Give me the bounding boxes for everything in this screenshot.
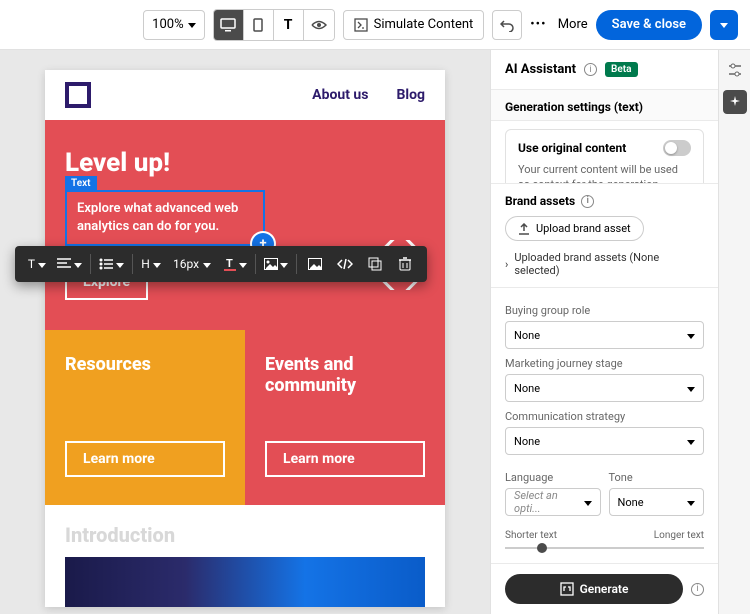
language-select[interactable]: Select an opti...	[505, 488, 601, 516]
rail-ai-button[interactable]	[723, 90, 747, 114]
slider-longer-label: Longer text	[654, 530, 704, 541]
resources-card: Resources Learn more	[45, 330, 245, 505]
text-editor-toolbar: T H 16px T	[15, 246, 427, 282]
list-button[interactable]	[95, 250, 128, 278]
undo-button[interactable]	[492, 10, 522, 40]
hero-text-block[interactable]: Text Explore what advanced web analytics…	[65, 190, 265, 246]
slider-shorter-label: Shorter text	[505, 530, 557, 541]
resources-title: Resources	[65, 354, 225, 375]
simulate-content-button[interactable]: Simulate Content	[343, 10, 485, 40]
device-mobile-button[interactable]	[244, 10, 274, 40]
use-original-label: Use original content	[518, 141, 626, 155]
heading-button[interactable]: H	[137, 250, 165, 278]
cards-row: Resources Learn more Events and communit…	[45, 330, 445, 505]
align-button[interactable]	[53, 250, 86, 278]
language-label: Language	[505, 471, 601, 484]
strategy-select[interactable]: None	[505, 427, 704, 455]
nav-about[interactable]: About us	[312, 87, 368, 103]
tone-label: Tone	[609, 471, 705, 484]
hero-section: Level up! Text Explore what advanced web…	[45, 120, 445, 330]
right-rail	[718, 50, 750, 614]
info-icon[interactable]: i	[581, 195, 594, 208]
journey-select[interactable]: None	[505, 374, 704, 402]
save-close-button[interactable]: Save & close	[596, 10, 702, 40]
code-button[interactable]	[331, 250, 359, 278]
info-icon[interactable]: i	[691, 583, 704, 596]
info-icon[interactable]: i	[584, 63, 597, 76]
device-desktop-button[interactable]	[214, 10, 244, 40]
more-button[interactable]: ••• More	[530, 10, 587, 40]
page-header: About us Blog	[45, 70, 445, 120]
length-slider[interactable]	[505, 547, 704, 549]
generate-button[interactable]: Generate	[505, 574, 683, 604]
panel-title: AI Assistant	[505, 62, 576, 77]
font-size-select[interactable]: 16px	[167, 257, 217, 271]
events-card: Events and community Learn more	[245, 330, 445, 505]
device-group: T	[213, 9, 335, 41]
device-preview-button[interactable]	[304, 10, 334, 40]
nav-blog[interactable]: Blog	[396, 87, 425, 103]
events-cta[interactable]: Learn more	[265, 441, 425, 477]
text-style-button[interactable]: T	[23, 250, 51, 278]
duplicate-button[interactable]	[361, 250, 389, 278]
tone-select[interactable]: None	[609, 488, 705, 516]
beta-badge: Beta	[605, 62, 637, 77]
rail-settings-button[interactable]	[723, 58, 747, 82]
intro-image	[65, 557, 425, 607]
strategy-label: Communication strategy	[505, 410, 704, 423]
brand-assets-title: Brand assetsi	[505, 194, 704, 208]
events-title: Events and community	[265, 354, 425, 396]
save-dropdown[interactable]	[710, 10, 738, 40]
intro-title: Introduction	[65, 523, 425, 547]
buying-select[interactable]: None	[505, 321, 704, 349]
use-original-desc: Your current content will be used as con…	[518, 162, 691, 183]
image-button[interactable]	[260, 250, 292, 278]
canvas: About us Blog Level up! Text Explore wha…	[0, 50, 490, 614]
text-color-button[interactable]: T	[219, 250, 251, 278]
zoom-select[interactable]: 100%	[143, 10, 204, 40]
top-toolbar: 100% T Simulate Content ••• More Save & …	[0, 0, 750, 50]
intro-section: Introduction	[45, 505, 445, 557]
use-original-toggle[interactable]	[663, 140, 691, 156]
text-tag: Text	[65, 176, 97, 192]
ai-assistant-panel: AI Assistant i Beta Generation settings …	[490, 50, 718, 614]
device-text-button[interactable]: T	[274, 10, 304, 40]
delete-button[interactable]	[391, 250, 419, 278]
resources-cta[interactable]: Learn more	[65, 441, 225, 477]
upload-brand-button[interactable]: Upload brand asset	[505, 216, 644, 241]
uploaded-assets-row[interactable]: Uploaded brand assets (None selected)	[505, 251, 704, 277]
logo-icon	[65, 82, 91, 108]
hero-title: Level up!	[65, 148, 425, 178]
journey-label: Marketing journey stage	[505, 357, 704, 370]
gen-settings-title: Generation settings (text)	[491, 90, 718, 121]
page-frame: About us Blog Level up! Text Explore wha…	[45, 70, 445, 607]
buying-label: Buying group role	[505, 304, 704, 317]
svg-text:T: T	[226, 257, 233, 270]
insert-image-button[interactable]	[301, 250, 329, 278]
